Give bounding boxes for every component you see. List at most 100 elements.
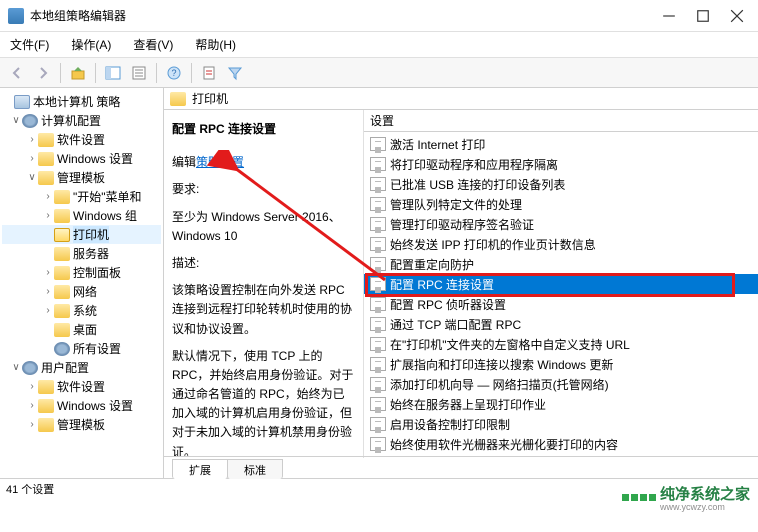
watermark-name: 纯净系统之家 — [660, 486, 750, 503]
tab-standard[interactable]: 标准 — [227, 459, 283, 479]
menu-help[interactable]: 帮助(H) — [191, 34, 240, 55]
list-item-label: 配置 RPC 连接设置 — [390, 276, 494, 293]
tree-usoftware[interactable]: 软件设置 — [57, 378, 105, 395]
list-column-header[interactable]: 设置 — [364, 110, 758, 132]
tree-admin[interactable]: 管理模板 — [57, 169, 105, 186]
list-item[interactable]: 管理打印驱动程序签名验证 — [364, 214, 758, 234]
gear-icon — [22, 361, 38, 375]
folder-icon — [54, 209, 70, 223]
list-item[interactable]: 配置 RPC 侦听器设置 — [364, 294, 758, 314]
tree-ctrlpanel[interactable]: 控制面板 — [73, 264, 121, 281]
list-item[interactable]: 通过 TCP 端口配置 RPC — [364, 314, 758, 334]
expander-icon[interactable]: › — [42, 305, 54, 316]
tree-computer[interactable]: 计算机配置 — [41, 112, 101, 129]
list-item[interactable]: 激活 Internet 打印 — [364, 134, 758, 154]
tree-desktop[interactable]: 桌面 — [73, 321, 97, 338]
list-item-label: 启用设备控制打印限制 — [390, 416, 510, 433]
tree-printer[interactable]: 打印机 — [73, 226, 109, 243]
tree-root[interactable]: 本地计算机 策略 — [33, 93, 120, 110]
folder-icon — [38, 171, 54, 185]
expander-icon[interactable]: › — [26, 400, 38, 411]
setting-icon — [370, 377, 386, 391]
show-hide-tree-button[interactable] — [102, 62, 124, 84]
tree-wincomp[interactable]: Windows 组 — [73, 207, 137, 224]
info-pane: 配置 RPC 连接设置 编辑策略设置 要求: 至少为 Windows Serve… — [164, 110, 364, 458]
settings-list[interactable]: 设置 激活 Internet 打印将打印驱动程序和应用程序隔离已批准 USB 连… — [364, 110, 758, 458]
tree-start[interactable]: "开始"菜单和 — [73, 188, 142, 205]
minimize-button[interactable] — [662, 9, 676, 23]
folder-icon — [38, 152, 54, 166]
forward-button[interactable] — [32, 62, 54, 84]
view-tabs: 扩展 标准 — [164, 456, 758, 478]
folder-icon — [54, 285, 70, 299]
export-button[interactable] — [198, 62, 220, 84]
list-item[interactable]: 将打印驱动程序和应用程序隔离 — [364, 154, 758, 174]
menu-action[interactable]: 操作(A) — [67, 34, 115, 55]
expander-icon[interactable]: › — [26, 134, 38, 145]
list-item-label: 激活 Internet 打印 — [390, 136, 485, 153]
list-item[interactable]: 在"打印机"文件夹的左窗格中自定义支持 URL — [364, 334, 758, 354]
expander-icon[interactable]: ∨ — [10, 362, 22, 373]
expander-icon[interactable]: › — [42, 210, 54, 221]
setting-icon — [370, 237, 386, 251]
tab-extended[interactable]: 扩展 — [172, 459, 228, 479]
expander-icon[interactable]: ∨ — [26, 172, 38, 183]
description-label: 描述: — [172, 254, 355, 273]
list-item[interactable]: 始终使用软件光栅器来光栅化要打印的内容 — [364, 434, 758, 454]
list-item[interactable]: 添加打印机向导 — 网络扫描页(托管网络) — [364, 374, 758, 394]
toolbar: ? — [0, 58, 758, 88]
tree-software[interactable]: 软件设置 — [57, 131, 105, 148]
setting-icon — [370, 157, 386, 171]
list-item[interactable]: 已批准 USB 连接的打印设备列表 — [364, 174, 758, 194]
expander-icon[interactable]: › — [42, 191, 54, 202]
close-button[interactable] — [730, 9, 744, 23]
list-item[interactable]: 配置 RPC 连接设置 — [364, 274, 758, 294]
requirements-label: 要求: — [172, 180, 355, 199]
list-item-label: 始终使用软件光栅器来光栅化要打印的内容 — [390, 436, 618, 453]
tree-server[interactable]: 服务器 — [73, 245, 109, 262]
setting-icon — [370, 397, 386, 411]
tree-allsettings[interactable]: 所有设置 — [73, 340, 121, 357]
filter-button[interactable] — [224, 62, 246, 84]
properties-button[interactable] — [128, 62, 150, 84]
expander-icon[interactable]: › — [42, 286, 54, 297]
tree-system[interactable]: 系统 — [73, 302, 97, 319]
list-item-label: 始终发送 IPP 打印机的作业页计数信息 — [390, 236, 596, 253]
edit-policy-link[interactable]: 策略设置 — [196, 155, 244, 169]
expander-icon[interactable]: › — [26, 381, 38, 392]
back-button[interactable] — [6, 62, 28, 84]
gear-icon — [22, 114, 38, 128]
nav-tree[interactable]: 本地计算机 策略 ∨计算机配置 ›软件设置 ›Windows 设置 ∨管理模板 … — [0, 88, 164, 478]
expander-icon[interactable]: › — [26, 419, 38, 430]
tree-uadmin[interactable]: 管理模板 — [57, 416, 105, 433]
setting-icon — [370, 437, 386, 451]
menu-view[interactable]: 查看(V) — [129, 34, 177, 55]
setting-icon — [370, 177, 386, 191]
list-item-label: 管理队列特定文件的处理 — [390, 196, 522, 213]
menu-bar: 文件(F) 操作(A) 查看(V) 帮助(H) — [0, 32, 758, 58]
up-button[interactable] — [67, 62, 89, 84]
list-item[interactable]: 始终发送 IPP 打印机的作业页计数信息 — [364, 234, 758, 254]
list-item-label: 配置 RPC 侦听器设置 — [390, 296, 506, 313]
list-item[interactable]: 配置重定向防护 — [364, 254, 758, 274]
list-item[interactable]: 管理队列特定文件的处理 — [364, 194, 758, 214]
tree-user[interactable]: 用户配置 — [41, 359, 89, 376]
expander-icon[interactable]: › — [42, 267, 54, 278]
list-item[interactable]: 启用设备控制打印限制 — [364, 414, 758, 434]
setting-icon — [370, 217, 386, 231]
maximize-button[interactable] — [696, 9, 710, 23]
list-item[interactable]: 始终在服务器上呈现打印作业 — [364, 394, 758, 414]
expander-icon[interactable]: ∨ — [10, 115, 22, 126]
tree-windows[interactable]: Windows 设置 — [57, 150, 133, 167]
edit-label: 编辑 — [172, 155, 196, 169]
help-button[interactable]: ? — [163, 62, 185, 84]
menu-file[interactable]: 文件(F) — [6, 34, 53, 55]
svg-text:?: ? — [171, 68, 176, 78]
folder-icon — [54, 266, 70, 280]
policy-root-icon — [14, 95, 30, 109]
expander-icon[interactable]: › — [26, 153, 38, 164]
list-item[interactable]: 扩展指向和打印连接以搜索 Windows 更新 — [364, 354, 758, 374]
policy-title: 配置 RPC 连接设置 — [172, 120, 355, 139]
tree-network[interactable]: 网络 — [73, 283, 97, 300]
tree-uwindows[interactable]: Windows 设置 — [57, 397, 133, 414]
